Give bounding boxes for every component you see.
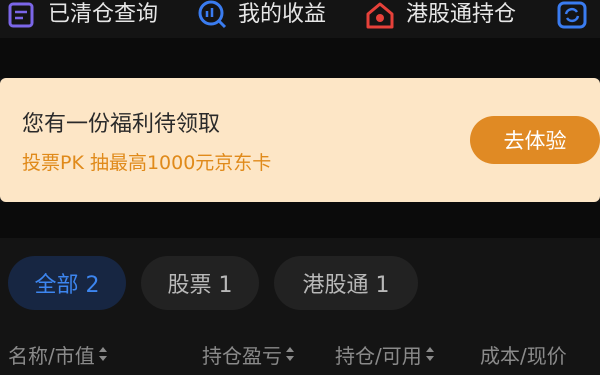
section-divider [0,38,600,78]
promo-title: 您有一份福利待领取 [22,112,221,137]
nav-cleared-positions-label: 已清仓查询 [48,2,159,27]
cleared-positions-icon [8,2,34,28]
holdings-filter-section: 全部 2 股票 1 港股通 1 名称/市值 持仓盈亏 持仓/可用 成本/现价 [0,238,600,375]
filter-chip-label: 港股通 1 [302,273,390,298]
nav-my-earnings-label: 我的收益 [238,2,327,27]
column-header-label: 成本/现价 [480,343,567,368]
column-header-name-value[interactable]: 名称/市值 [8,338,108,370]
section-divider [0,202,600,238]
promo-banner[interactable]: 您有一份福利待领取 投票PK 抽最高1000元京东卡 去体验 [0,78,600,202]
filter-chip-stocks[interactable]: 股票 1 [141,256,259,310]
nav-refresh[interactable] [556,0,588,30]
earnings-chart-icon [198,0,227,29]
sort-icon [286,347,294,361]
filter-chip-all[interactable]: 全部 2 [8,256,126,310]
column-header-position-available[interactable]: 持仓/可用 [335,338,435,370]
promo-cta-button[interactable]: 去体验 [470,116,600,164]
column-header-label: 持仓/可用 [335,343,422,368]
sort-icon [425,347,434,361]
filter-chip-label: 股票 1 [167,273,233,298]
column-header-label: 持仓盈亏 [202,343,282,368]
filter-chip-label: 全部 2 [34,273,100,298]
sort-icon [98,347,107,361]
column-header-label: 名称/市值 [8,343,95,368]
refresh-icon [557,1,587,29]
nav-hk-connect-holdings[interactable]: 港股通持仓 [364,0,516,30]
nav-hk-connect-holdings-label: 港股通持仓 [406,2,517,27]
nav-my-earnings[interactable]: 我的收益 [196,0,326,30]
promo-subtitle: 投票PK 抽最高1000元京东卡 [22,152,272,174]
nav-cleared-positions[interactable]: 已清仓查询 [6,0,158,30]
column-header-pnl[interactable]: 持仓盈亏 [202,338,295,370]
filter-chip-hk-connect[interactable]: 港股通 1 [274,256,418,310]
hk-house-icon [366,2,394,29]
quick-nav-bar: 已清仓查询 我的收益 港股通持仓 [0,0,600,38]
column-header-cost-price[interactable]: 成本/现价 [480,338,567,370]
